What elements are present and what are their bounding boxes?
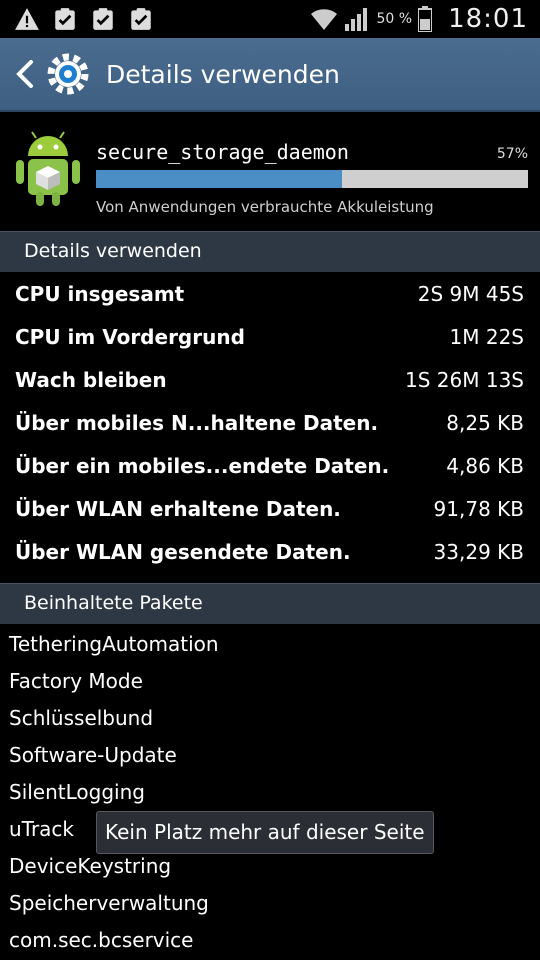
status-bar: 50 % 18:01: [0, 0, 540, 38]
clipboard-check-icon: [131, 8, 151, 30]
usage-progress-fill: [96, 170, 343, 188]
stat-value: 4,86 KB: [446, 454, 524, 478]
stat-value: 8,25 KB: [446, 411, 524, 435]
usage-percent: 57%: [496, 146, 528, 162]
stat-value: 1S 26M 13S: [405, 368, 524, 392]
package-item: TetheringAutomation: [9, 632, 219, 656]
app-summary: secure_storage_daemon 57% Von Anwendunge…: [0, 112, 540, 230]
stat-row-wlan-sent: Über WLAN gesendete Daten. 33,29 KB: [0, 531, 540, 574]
stat-value: 33,29 KB: [433, 540, 524, 564]
stat-label: Über WLAN gesendete Daten.: [15, 540, 351, 564]
stat-label: Über mobiles N...haltene Daten.: [15, 411, 379, 435]
stat-value: 1M 22S: [449, 325, 524, 349]
stat-row-wlan-received: Über WLAN erhaltene Daten. 91,78 KB: [0, 488, 540, 531]
details-section-header: Details verwenden: [0, 231, 540, 272]
package-item: SilentLogging: [9, 780, 145, 804]
stat-value: 2S 9M 45S: [417, 282, 524, 306]
stat-label: Über WLAN erhaltene Daten.: [15, 497, 341, 521]
stat-row-keep-awake: Wach bleiben 1S 26M 13S: [0, 359, 540, 402]
back-chevron-icon[interactable]: [10, 54, 40, 94]
clipboard-check-icon: [93, 8, 113, 30]
details-list: CPU insgesamt 2S 9M 45S CPU im Vordergru…: [0, 273, 540, 574]
details-section-title: Details verwenden: [24, 240, 202, 262]
stat-label: Über ein mobiles...endete Daten.: [15, 454, 390, 478]
stat-row-mobile-received: Über mobiles N...haltene Daten. 8,25 KB: [0, 402, 540, 445]
stat-label: CPU insgesamt: [15, 282, 185, 306]
stat-row-mobile-sent: Über ein mobiles...endete Daten. 4,86 KB: [0, 445, 540, 488]
stat-label: CPU im Vordergrund: [15, 325, 245, 349]
packages-section-header: Beinhaltete Pakete: [0, 583, 540, 624]
stat-label: Wach bleiben: [15, 368, 167, 392]
wifi-icon: [311, 9, 338, 30]
signal-icon: [345, 8, 368, 31]
stat-row-cpu-total: CPU insgesamt 2S 9M 45S: [0, 273, 540, 316]
packages-list: TetheringAutomation Factory Mode Schlüss…: [0, 626, 540, 959]
usage-subtitle: Von Anwendungen verbrauchte Akkuleistung: [96, 198, 434, 216]
battery-percent: 50 %: [376, 11, 413, 27]
app-name: secure_storage_daemon: [96, 140, 349, 164]
packages-section-title: Beinhaltete Pakete: [24, 592, 203, 614]
warning-icon: [15, 8, 39, 30]
package-item: Speicherverwaltung: [9, 891, 209, 915]
settings-gear-icon[interactable]: [44, 50, 92, 98]
usage-progress-bar: [96, 170, 528, 188]
clipboard-check-icon: [55, 8, 75, 30]
action-bar: Details verwenden: [0, 38, 540, 112]
package-item: Factory Mode: [9, 669, 143, 693]
stat-row-cpu-foreground: CPU im Vordergrund 1M 22S: [0, 316, 540, 359]
toast-message: Kein Platz mehr auf dieser Seite: [96, 811, 434, 854]
package-item: Software-Update: [9, 743, 177, 767]
package-item: com.sec.bcservice: [9, 928, 194, 952]
battery-icon: [418, 6, 433, 32]
android-app-icon: [16, 131, 80, 206]
stat-value: 91,78 KB: [433, 497, 524, 521]
clock: 18:01: [448, 4, 528, 34]
package-item: Schlüsselbund: [9, 706, 154, 730]
page-title: Details verwenden: [106, 59, 340, 89]
